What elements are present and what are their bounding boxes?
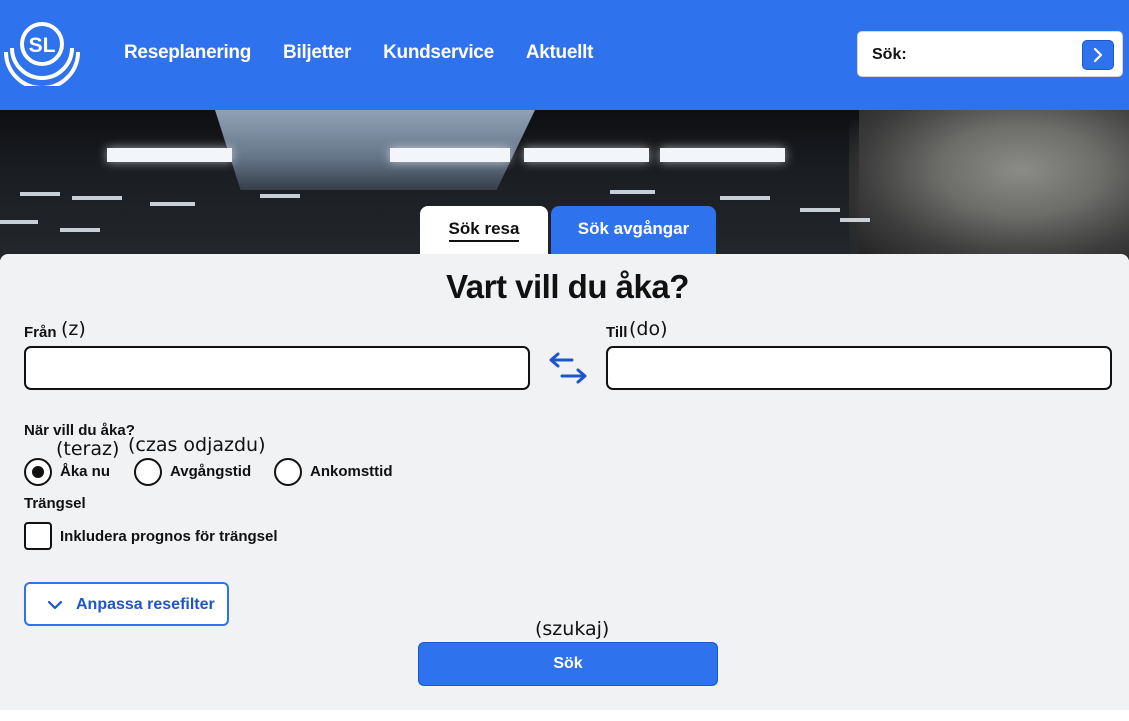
crowding-label: Trängsel [24,495,86,512]
hero-beam [610,190,655,194]
sl-logo[interactable]: SL [4,20,84,90]
nav-kundservice[interactable]: Kundservice [383,42,494,64]
radio-avgangstid-label[interactable]: Avgångstid [170,463,251,480]
to-note: (do) [629,318,668,340]
site-header: SL Reseplanering Biljetter Kundservice A… [0,0,1129,110]
search-submit-button[interactable] [1082,40,1114,70]
hero-rock [859,110,1129,260]
to-label: Till [606,324,628,341]
tab-sok-resa-label: Sök resa [448,219,520,242]
customize-filters-button[interactable]: Anpassa resefilter [24,582,229,626]
from-input[interactable] [24,346,530,390]
hero-beam [260,194,300,198]
swap-arrows-icon [549,352,587,384]
crowding-checkbox[interactable] [24,522,52,550]
search-label: Sök: [872,46,907,63]
hero-beam [20,192,60,196]
tab-sok-resa[interactable]: Sök resa [420,206,548,256]
swap-button[interactable] [546,350,590,386]
hero-beam [0,220,38,224]
search-input[interactable] [912,40,1072,68]
site-search: Sök: [857,31,1123,77]
hero-light [390,148,510,162]
nav-biljetter[interactable]: Biljetter [283,42,351,64]
from-label: Från [24,324,57,341]
chevron-down-icon [47,600,63,610]
page-title: Vart vill du åka? [446,268,689,305]
nav-reseplanering[interactable]: Reseplanering [124,42,251,64]
when-label: När vill du åka? [24,422,135,439]
radio-selected-dot [32,466,44,478]
search-journey-button[interactable]: Sök [418,642,718,686]
radio-ankomsttid-label[interactable]: Ankomsttid [310,463,393,480]
hero-beam [840,218,870,222]
hero-beam [72,196,122,200]
radio-avgangstid[interactable] [134,458,162,486]
to-input[interactable] [606,346,1112,390]
sl-logo-icon: SL [4,22,80,90]
main-nav: Reseplanering Biljetter Kundservice Aktu… [124,42,593,64]
customize-filters-label: Anpassa resefilter [76,596,215,613]
radio-aka-nu-label[interactable]: Åka nu [60,463,110,480]
hero-light [524,148,649,162]
radio-ankomsttid[interactable] [274,458,302,486]
from-note: (z) [61,318,86,340]
option-avgangstid-note: (czas odjazdu) [128,434,266,456]
hero-beam [800,208,840,212]
crowding-checkbox-label[interactable]: Inkludera prognos för trängsel [60,528,278,545]
radio-aka-nu[interactable] [24,458,52,486]
nav-aktuellt[interactable]: Aktuellt [526,42,594,64]
hero-light [107,148,232,162]
hero-light [660,148,785,162]
hero-beam [150,202,195,206]
svg-text:SL: SL [29,34,56,57]
chevron-right-icon [1093,47,1103,63]
hero-beam [720,196,770,200]
tab-sok-avgangar[interactable]: Sök avgångar [551,206,716,256]
hero-beam [60,228,100,232]
submit-note: (szukaj) [535,618,610,640]
option-aka-nu-note: (teraz) [56,438,120,460]
